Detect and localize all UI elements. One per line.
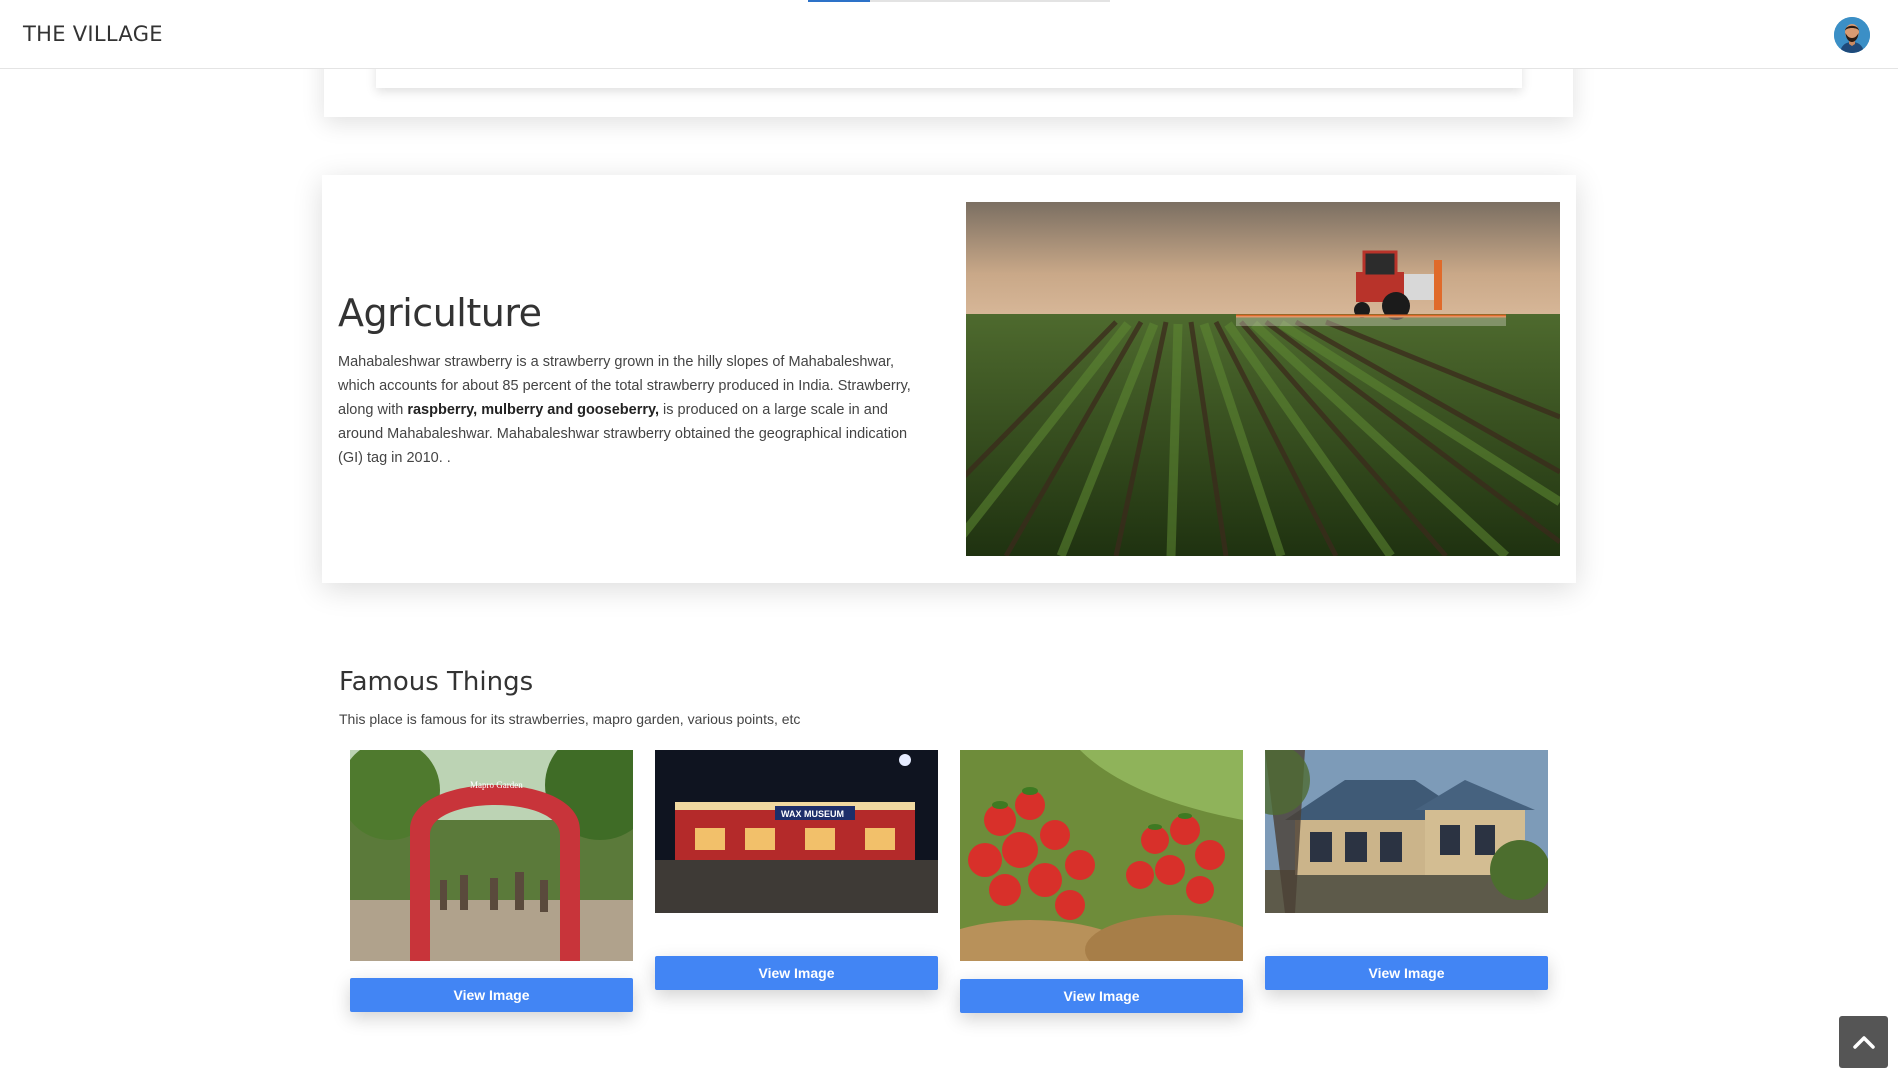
top-navbar: THE VILLAGE [0,0,1898,69]
view-image-button-4[interactable]: View Image [1265,956,1548,990]
famous-things-title: Famous Things [339,667,534,697]
scroll-to-top-button[interactable] [1839,1016,1888,1068]
famous-image-strawberries [920,750,1265,1000]
famous-things-description: This place is famous for its strawberrie… [339,711,801,727]
agriculture-description: Mahabaleshwar strawberry is a strawberry… [338,350,932,470]
view-image-button-3[interactable]: View Image [960,979,1243,1013]
agriculture-text-bold: raspberry, mulberry and gooseberry, [407,402,660,418]
chevron-up-icon [1839,1034,1888,1050]
brand-title[interactable]: THE VILLAGE [23,22,163,46]
famous-image-mapro-garden: Mapro Garden [340,730,655,961]
famous-image-heritage-building [1240,745,1550,913]
tab-active-indicator[interactable] [808,0,870,2]
mapro-garden-arch-text: Mapro Garden [470,780,523,790]
view-image-button-1[interactable]: View Image [350,978,633,1012]
user-avatar-icon[interactable] [1834,17,1870,53]
agriculture-card: Agriculture Mahabaleshwar strawberry is … [322,175,1576,583]
wax-museum-sign-text: WAX MUSEUM [781,809,844,819]
agriculture-image [884,202,1563,560]
agriculture-title: Agriculture [338,291,542,335]
famous-image-wax-museum: WAX MUSEUM [655,750,938,913]
view-image-button-2[interactable]: View Image [655,956,938,990]
